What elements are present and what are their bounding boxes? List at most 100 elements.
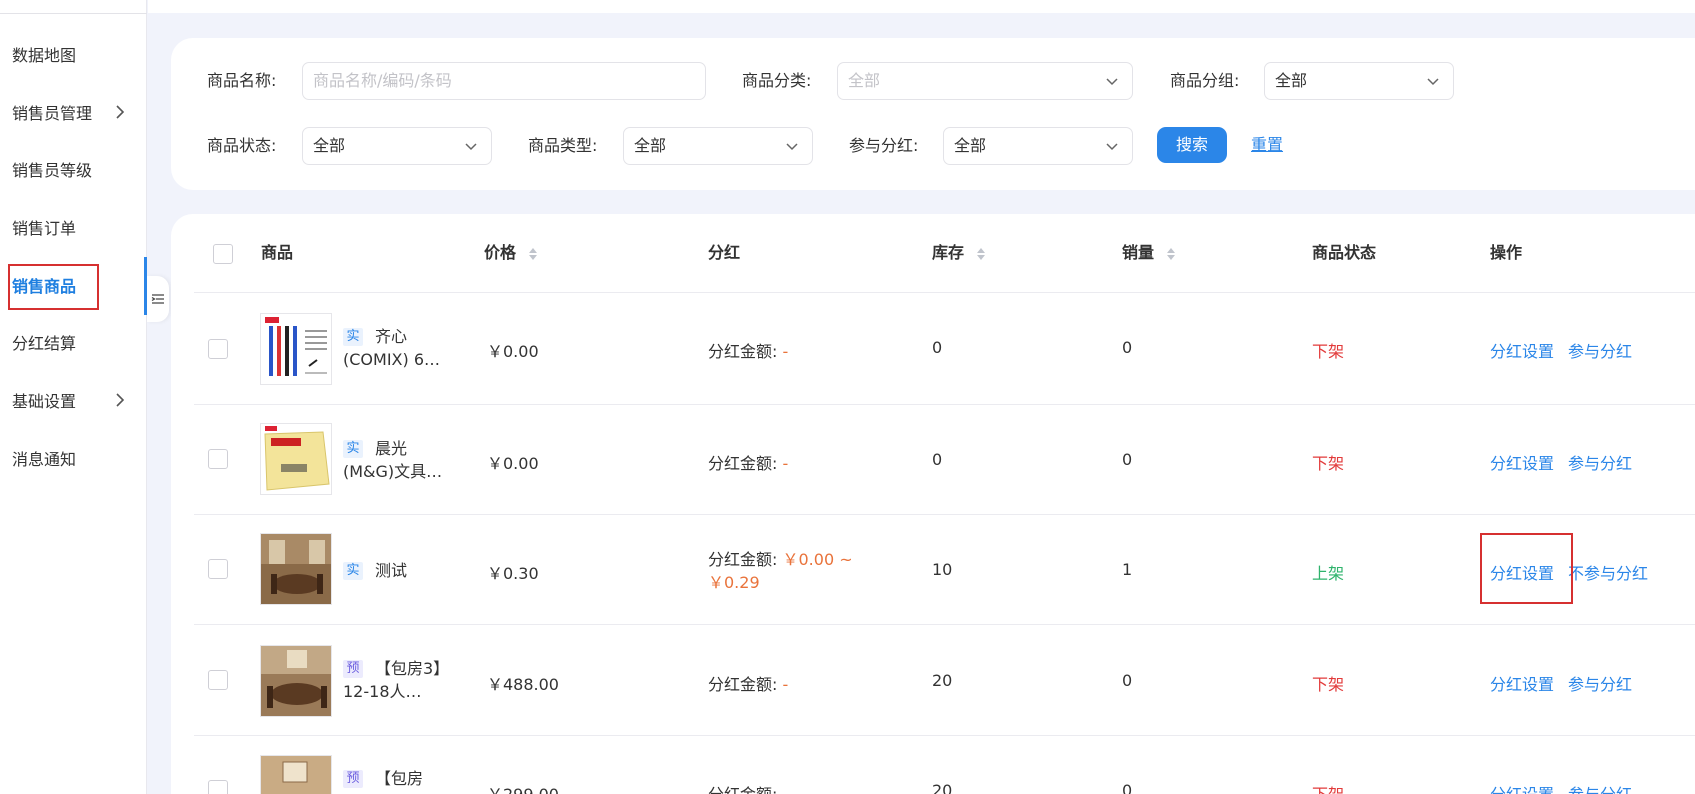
row-divider [194,292,1695,293]
sales-value: 0 [1122,671,1133,690]
row-checkbox[interactable] [208,449,228,469]
dividend-value: - [782,454,789,473]
column-header-label: 价格 [484,243,517,262]
product-image-private-room [261,756,331,794]
chevron-right-icon [116,105,125,119]
search-button[interactable]: 搜索 [1157,127,1227,163]
sidebar-item-notifications[interactable]: 消息通知 [0,436,147,480]
dividend-settings-link[interactable]: 分红设置 [1490,671,1554,695]
dividend-label: 分红金额: [708,785,777,794]
product-image-pens [261,314,331,384]
sales-value: 0 [1122,338,1133,357]
row-checkbox[interactable] [208,339,228,359]
product-thumbnail [260,313,332,385]
row-checkbox[interactable] [208,670,228,690]
sidebar-item-data-map[interactable]: 数据地图 [0,32,147,76]
dividend-select[interactable]: 全部 [943,127,1133,165]
price-value: ￥0.00 [487,342,539,361]
status-select-value: 全部 [313,136,346,155]
join-dividend-link[interactable]: 参与分红 [1568,781,1632,794]
column-header-stock[interactable]: 库存 [932,240,986,266]
chevron-down-icon [786,143,798,151]
dividend-amount: 分红金额: - [708,338,788,362]
row-divider [194,624,1695,625]
sidebar-collapse-button[interactable] [147,276,169,322]
sort-icon [528,247,537,260]
dividend-label: 分红金额: [708,550,778,569]
exclude-dividend-link[interactable]: 不参与分红 [1568,560,1648,584]
row-divider [194,404,1695,405]
dividend-value: - [783,785,789,794]
product-name-label: 商品名称: [207,71,277,90]
sidebar-item-salesperson-level[interactable]: 销售员等级 [0,147,147,191]
dividend-value: - [782,675,789,694]
stock-value: 0 [932,338,943,357]
dividend-settings-link[interactable]: 分红设置 [1490,338,1554,362]
price-value: ￥0.30 [487,564,539,583]
sidebar-item-label: 基础设置 [12,392,77,411]
sidebar-item-label: 销售员管理 [12,104,93,123]
product-name[interactable]: 齐心(COMIX) 6… [343,325,453,371]
row-divider [194,735,1695,736]
chevron-down-icon [1106,78,1118,86]
price-value: ￥488.00 [487,675,559,694]
status-label: 商品状态: [207,136,277,155]
product-name[interactable]: 测试 [343,559,453,582]
highlight-box [1480,533,1573,604]
active-item-highlight [8,264,99,310]
product-name-input[interactable]: 商品名称/编码/条码 [302,62,706,100]
category-label: 商品分类: [742,71,812,90]
product-name[interactable]: 【包房 [343,767,453,790]
join-dividend-link[interactable]: 参与分红 [1568,338,1632,362]
top-bar [148,0,1695,13]
sidebar-item-dividend-settlement[interactable]: 分红结算 [0,320,147,364]
product-thumbnail [260,423,332,495]
filter-panel [171,38,1695,190]
sidebar-item-basic-settings[interactable]: 基础设置 [0,378,147,422]
column-header-label: 库存 [932,243,965,262]
sidebar-item-label: 销售订单 [12,219,77,238]
dividend-settings-link[interactable]: 分红设置 [1490,781,1554,794]
column-header-sales[interactable]: 销量 [1122,240,1176,266]
join-dividend-link[interactable]: 参与分红 [1568,450,1632,474]
product-name[interactable]: 【包房3】12-18人… [343,657,453,703]
chevron-right-icon [116,393,125,407]
row-checkbox[interactable] [208,780,228,794]
sidebar-item-label: 分红结算 [12,334,77,353]
join-dividend-link[interactable]: 参与分红 [1568,671,1632,695]
column-header-price[interactable]: 价格 [484,240,538,266]
dividend-label: 分红金额: [708,454,778,473]
product-name[interactable]: 晨光(M&G)文具… [343,437,453,483]
dividend-settings-link[interactable]: 分红设置 [1490,450,1554,474]
sidebar-item-label: 销售员等级 [12,161,93,180]
column-header-actions: 操作 [1490,243,1523,262]
reset-button[interactable]: 重置 [1251,127,1283,163]
sales-value: 1 [1122,560,1133,579]
type-select[interactable]: 全部 [623,127,813,165]
sort-icon [976,247,985,260]
dividend-amount: 分红金额: ￥0.00 ~ ￥0.29 [708,548,868,594]
price-value: ￥0.00 [487,454,539,473]
column-header-label: 销量 [1122,243,1155,262]
status-badge: 下架 [1312,342,1345,361]
category-select-value: 全部 [848,71,881,90]
sidebar-header [0,0,147,14]
row-checkbox[interactable] [208,559,228,579]
group-label: 商品分组: [1170,71,1240,90]
product-table [171,214,1695,794]
select-all-checkbox[interactable] [213,244,233,264]
sidebar-item-salesperson-management[interactable]: 销售员管理 [0,90,147,134]
sidebar-item-sales-orders[interactable]: 销售订单 [0,205,147,249]
sales-value: 0 [1122,450,1133,469]
group-select[interactable]: 全部 [1264,62,1454,100]
dividend-amount: 分红金额: - [708,671,788,695]
chevron-down-icon [1427,78,1439,86]
sales-value: 0 [1122,781,1133,794]
category-select[interactable]: 全部 [837,62,1133,100]
group-select-value: 全部 [1275,71,1308,90]
status-select[interactable]: 全部 [302,127,492,165]
status-badge: 下架 [1312,781,1344,794]
sidebar-item-label: 数据地图 [12,46,77,65]
dividend-label: 分红金额: [708,342,778,361]
dividend-label: 分红金额: [708,675,778,694]
